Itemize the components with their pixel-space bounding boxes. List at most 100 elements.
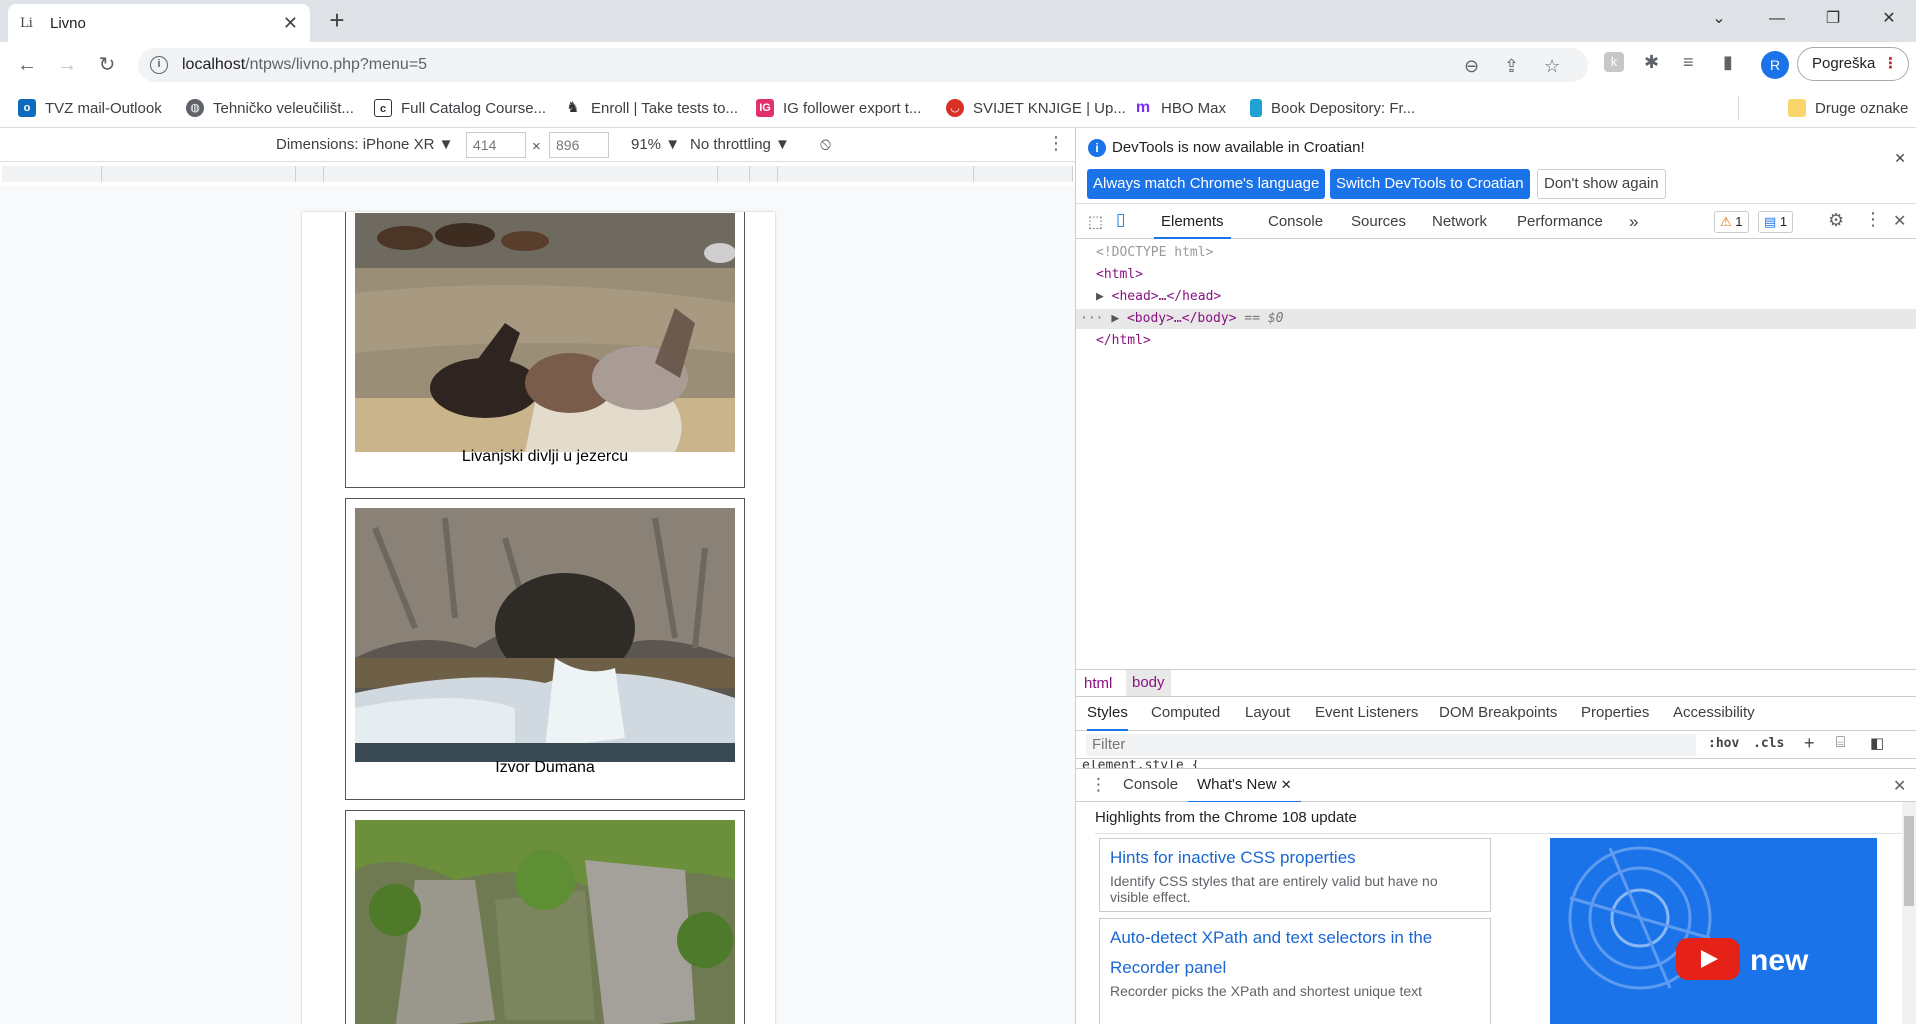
breadcrumb-body[interactable]: body xyxy=(1126,670,1171,696)
whats-new-video-thumbnail[interactable]: new xyxy=(1550,838,1877,1024)
media-query-bar[interactable] xyxy=(2,166,102,182)
tab-computed[interactable]: Computed xyxy=(1151,697,1220,731)
bookmark-item[interactable]: c Full Catalog Course... xyxy=(374,96,546,120)
drawer-tab-console[interactable]: Console xyxy=(1123,769,1178,803)
whats-new-card[interactable]: Auto-detect XPath and text selectors in … xyxy=(1099,918,1491,1024)
whats-new-card[interactable]: Hints for inactive CSS properties Identi… xyxy=(1099,838,1491,912)
drawer-tab-whats-new[interactable]: What's New ✕ xyxy=(1188,769,1301,803)
devtools-menu-icon[interactable]: ⋮ xyxy=(1864,209,1882,230)
device-more-icon[interactable]: ⋮ xyxy=(1047,133,1065,154)
media-query-bar[interactable] xyxy=(718,166,750,182)
url-text[interactable]: localhost/ntpws/livno.php?menu=5 xyxy=(182,56,427,74)
rotate-icon[interactable]: ⦸ xyxy=(820,134,831,154)
dom-doctype[interactable]: <!DOCTYPE html> xyxy=(1096,243,1213,263)
zoom-icon[interactable]: ⊖ xyxy=(1464,56,1479,77)
tab-sources[interactable]: Sources xyxy=(1351,204,1406,239)
extension-icon[interactable]: k xyxy=(1604,52,1624,72)
media-query-bar[interactable] xyxy=(974,166,1073,182)
browser-tab[interactable]: Li Livno ✕ xyxy=(8,4,310,42)
dont-show-again-button[interactable]: Don't show again xyxy=(1537,169,1666,199)
whats-new-title[interactable]: Auto-detect XPath and text selectors in … xyxy=(1110,923,1480,983)
inspect-element-icon[interactable]: ⬚ xyxy=(1088,212,1103,232)
switch-to-croatian-button[interactable]: Switch DevTools to Croatian xyxy=(1330,169,1530,199)
site-info-icon[interactable]: i xyxy=(150,56,168,74)
scrollbar-thumb[interactable] xyxy=(1904,816,1914,906)
media-query-bar[interactable] xyxy=(750,166,778,182)
forward-button[interactable]: → xyxy=(52,50,82,80)
tab-event-listeners[interactable]: Event Listeners xyxy=(1315,697,1418,731)
whats-new-scrollbar[interactable] xyxy=(1902,802,1916,1024)
new-style-rule-icon[interactable]: + xyxy=(1804,733,1815,754)
dom-html-close[interactable]: </html> xyxy=(1096,331,1151,351)
error-button[interactable]: Pogreška ⋮ xyxy=(1797,47,1909,81)
side-panel-icon[interactable]: ▮ xyxy=(1723,52,1733,73)
tab-styles[interactable]: Styles xyxy=(1087,697,1128,731)
share-icon[interactable]: ⇪ xyxy=(1504,56,1519,77)
more-panels-icon[interactable]: » xyxy=(1629,204,1638,239)
tab-accessibility[interactable]: Accessibility xyxy=(1673,697,1755,731)
youtube-play-icon[interactable] xyxy=(1676,938,1740,980)
infobar-close-icon[interactable]: ✕ xyxy=(1894,150,1906,167)
media-query-bar[interactable] xyxy=(296,166,324,182)
close-drawer-icon[interactable]: ✕ xyxy=(1893,776,1906,796)
tab-network[interactable]: Network xyxy=(1432,204,1487,239)
whats-new-title[interactable]: Hints for inactive CSS properties xyxy=(1110,843,1480,873)
dimensions-select[interactable]: Dimensions: iPhone XR ▼ xyxy=(276,136,453,153)
throttling-select[interactable]: No throttling ▼ xyxy=(690,136,790,153)
warnings-badge[interactable]: ⚠ 1 xyxy=(1714,211,1749,233)
language-infobar: i DevTools is now available in Croatian!… xyxy=(1076,128,1916,204)
dom-html-open[interactable]: <html> xyxy=(1096,265,1143,285)
media-queue-icon[interactable]: ≡ xyxy=(1683,52,1694,73)
sidebar-toggle-icon[interactable]: ◧ xyxy=(1870,734,1884,752)
bookmark-item[interactable]: o TVZ mail-Outlook xyxy=(18,96,162,120)
media-query-bar[interactable] xyxy=(778,166,974,182)
tab-search-chevron-icon[interactable]: ⌄ xyxy=(1696,0,1742,38)
device-height-input[interactable] xyxy=(549,132,609,158)
tab-close-icon[interactable]: ✕ xyxy=(283,13,298,34)
tab-console[interactable]: Console xyxy=(1268,204,1323,239)
device-toggle-icon[interactable]: ▯ xyxy=(1116,210,1125,230)
tab-properties[interactable]: Properties xyxy=(1581,697,1649,731)
minimize-button[interactable]: — xyxy=(1754,0,1800,38)
dom-body-node[interactable]: ··· ▶ <body>…</body> == $0 xyxy=(1076,309,1916,329)
restore-button[interactable]: ❐ xyxy=(1810,0,1856,38)
messages-badge[interactable]: ▤ 1 xyxy=(1758,211,1794,233)
settings-gear-icon[interactable]: ⚙ xyxy=(1828,210,1844,231)
styles-filter-input[interactable]: Filter xyxy=(1086,734,1696,756)
profile-avatar[interactable]: R xyxy=(1761,51,1789,79)
bookmark-item[interactable]: Book Depository: Fr... xyxy=(1250,96,1415,120)
breadcrumb-html[interactable]: html xyxy=(1084,675,1112,692)
tab-elements[interactable]: Elements xyxy=(1154,204,1231,239)
bookmark-item[interactable]: ◡ SVIJET KNJIGE | Up... xyxy=(946,96,1126,120)
reload-button[interactable]: ↻ xyxy=(92,50,122,80)
gallery-card[interactable] xyxy=(345,810,745,1024)
media-query-bar[interactable] xyxy=(324,166,718,182)
device-width-input[interactable] xyxy=(466,132,526,158)
tab-dom-breakpoints[interactable]: DOM Breakpoints xyxy=(1439,697,1557,731)
close-devtools-icon[interactable]: ✕ xyxy=(1893,211,1906,231)
address-bar[interactable]: i localhost/ntpws/livno.php?menu=5 ⊖ ⇪ ☆ xyxy=(138,48,1588,82)
close-window-button[interactable]: ✕ xyxy=(1866,0,1912,38)
media-query-bar[interactable] xyxy=(102,166,296,182)
bookmark-item[interactable]: ◍ Tehničko veleučilišt... xyxy=(186,96,354,120)
back-button[interactable]: ← xyxy=(12,50,42,80)
bookmark-item[interactable]: ♞ Enroll | Take tests to... xyxy=(564,96,738,120)
other-bookmarks[interactable]: Druge oznake xyxy=(1788,96,1908,120)
cls-toggle[interactable]: .cls xyxy=(1753,736,1784,751)
gallery-card[interactable]: Izvor Dumana xyxy=(345,498,745,800)
bookmark-item[interactable]: IG IG follower export t... xyxy=(756,96,921,120)
drawer-menu-icon[interactable]: ⋮ xyxy=(1090,775,1107,795)
extensions-puzzle-icon[interactable]: ✱ xyxy=(1644,52,1659,73)
bookmark-star-icon[interactable]: ☆ xyxy=(1544,56,1560,77)
gallery-card[interactable]: Livanjski divlji u jezercu xyxy=(345,212,745,488)
new-tab-button[interactable]: + xyxy=(322,6,352,36)
always-match-language-button[interactable]: Always match Chrome's language xyxy=(1087,169,1326,199)
emulated-page[interactable]: Livanjski divlji u jezercu Izvor Dumana xyxy=(302,212,775,1024)
zoom-select[interactable]: 91% ▼ xyxy=(631,136,680,153)
dom-head-node[interactable]: ▶ <head>…</head> xyxy=(1096,287,1221,307)
paint-brush-icon[interactable]: ⌸ xyxy=(1836,734,1845,751)
tab-performance[interactable]: Performance xyxy=(1517,204,1603,239)
tab-layout[interactable]: Layout xyxy=(1245,697,1290,731)
hov-toggle[interactable]: :hov xyxy=(1708,736,1739,751)
bookmark-item[interactable]: m HBO Max xyxy=(1134,96,1226,120)
